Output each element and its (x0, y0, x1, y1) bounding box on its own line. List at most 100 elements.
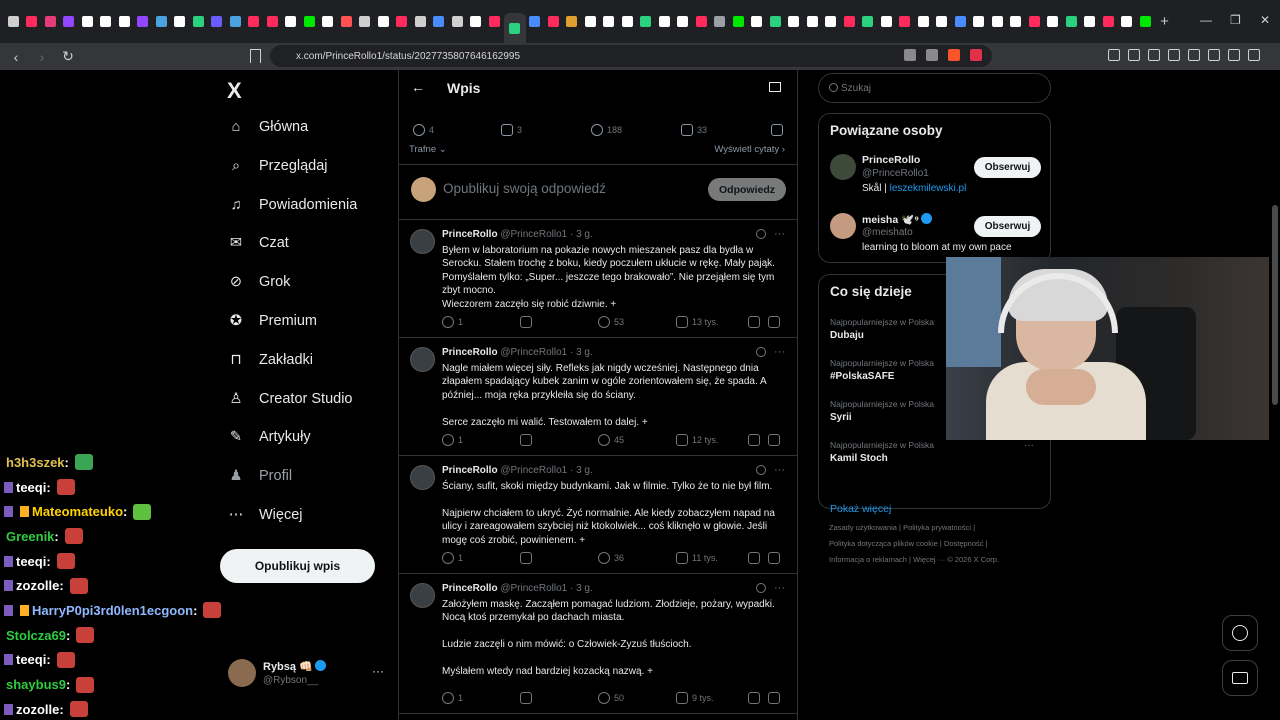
person-card[interactable]: meisha 🕊️⁹ @meishato learning to bloom a… (830, 213, 1042, 261)
browser-tab[interactable] (115, 9, 134, 35)
more-icon[interactable]: ··· (774, 346, 785, 358)
address-bar[interactable]: x.com/PrinceRollo1/status/20277358076461… (270, 45, 992, 67)
browser-tab[interactable] (503, 13, 526, 43)
like-button[interactable]: 36 (598, 552, 624, 564)
music-icon[interactable] (1148, 49, 1160, 61)
browser-tab[interactable] (1136, 9, 1155, 35)
views-button[interactable]: 9 tys. (676, 692, 714, 704)
avatar[interactable] (410, 347, 435, 372)
sidebar-item-creator[interactable]: ♙ Creator Studio (227, 390, 353, 408)
screenshot-icon[interactable] (1128, 49, 1140, 61)
sidebar-item-search[interactable]: ⌕ Przeglądaj (227, 157, 328, 175)
reply-button[interactable]: 1 (442, 692, 463, 704)
browser-tab[interactable] (951, 9, 970, 35)
more-icon[interactable]: ··· (774, 464, 785, 476)
browser-tab[interactable] (748, 9, 767, 35)
account-switcher[interactable]: Rybsą 👊🏻 @Rybson__ ··· (228, 659, 388, 691)
search-input[interactable]: Szukaj (818, 73, 1051, 103)
browser-tab[interactable] (1081, 9, 1100, 35)
browser-tab[interactable] (729, 9, 748, 35)
maximize-button[interactable]: ❐ (1230, 13, 1241, 27)
avatar[interactable] (410, 583, 435, 608)
like-button[interactable]: 50 (598, 692, 624, 704)
browser-tab[interactable] (448, 9, 467, 35)
back-button[interactable]: ‹ (6, 49, 26, 65)
grok-icon[interactable] (756, 229, 766, 239)
browser-tab[interactable] (1007, 9, 1026, 35)
trend-more-icon[interactable]: ··· (1024, 440, 1034, 451)
browser-tab[interactable] (208, 9, 227, 35)
browser-tab[interactable] (840, 9, 859, 35)
bookmark-button[interactable] (748, 552, 764, 564)
browser-tab[interactable] (914, 9, 933, 35)
follow-button[interactable]: Obserwuj (974, 157, 1041, 178)
grok-button[interactable] (1222, 615, 1258, 651)
chat-username[interactable]: Mateomateuko (32, 504, 123, 519)
share-button[interactable] (768, 692, 784, 704)
browser-tab[interactable] (1118, 9, 1137, 35)
like-button[interactable]: 53 (598, 316, 624, 328)
reader-mode-icon[interactable] (769, 82, 781, 92)
browser-tab[interactable] (319, 9, 338, 35)
browser-tab[interactable] (822, 9, 841, 35)
chat-username[interactable]: teeqi (16, 554, 46, 569)
extensions-icon[interactable] (1108, 49, 1120, 61)
chat-username[interactable]: shaybus9 (6, 677, 66, 692)
browser-tab[interactable] (766, 9, 785, 35)
x-logo[interactable]: X (227, 78, 242, 104)
chat-username[interactable]: Stolcza69 (6, 628, 66, 643)
repost-button[interactable] (520, 434, 536, 446)
new-tab-button[interactable]: + (1155, 13, 1175, 30)
chat-username[interactable]: Greenik (6, 529, 54, 544)
repost-button[interactable] (520, 552, 536, 564)
sidebar-item-grok[interactable]: ⊘ Grok (227, 273, 291, 291)
browser-tab[interactable] (226, 9, 245, 35)
browser-tab[interactable] (356, 9, 375, 35)
bookmark-button[interactable] (748, 316, 764, 328)
post-button[interactable]: Opublikuj wpis (220, 549, 375, 583)
reply-tweet[interactable]: PrinceRollo @PrinceRollo1 · 3 g. ··· Ścian… (399, 456, 797, 574)
minimize-button[interactable]: — (1200, 13, 1212, 27)
wallet-icon[interactable] (1188, 49, 1200, 61)
views-button[interactable]: 12 tys. (676, 434, 719, 446)
bookmark-button[interactable] (748, 434, 764, 446)
install-icon[interactable] (904, 49, 916, 61)
sidebar-item-home[interactable]: ⌂ Główna (227, 118, 309, 136)
sidebar-item-premium[interactable]: ✪ Premium (227, 312, 317, 330)
browser-tab[interactable] (933, 9, 952, 35)
avatar[interactable] (410, 465, 435, 490)
share-icon[interactable] (926, 49, 938, 61)
browser-tab[interactable] (263, 9, 282, 35)
more-icon[interactable]: ··· (372, 664, 384, 678)
sidebar-item-articles[interactable]: ✎ Artykuły (227, 428, 311, 446)
author-name[interactable]: PrinceRollo (442, 583, 498, 594)
share-button[interactable] (768, 316, 784, 328)
footer-line[interactable]: Zasady użytkowania | Polityka prywatnośc… (829, 520, 1049, 536)
browser-tab[interactable] (859, 9, 878, 35)
brave-rewards-icon[interactable] (970, 49, 982, 61)
grok-icon[interactable] (756, 583, 766, 593)
reply-tweet[interactable]: PrinceRollo @PrinceRollo1 · 3 g. ··· Nagle… (399, 338, 797, 456)
back-arrow-icon[interactable]: ← (411, 79, 425, 95)
sidebar-icon[interactable] (1168, 49, 1180, 61)
author-name[interactable]: PrinceRollo (442, 347, 498, 358)
browser-tab[interactable] (785, 9, 804, 35)
browser-tab[interactable] (485, 9, 504, 35)
browser-tab[interactable] (282, 9, 301, 35)
bookmark-button[interactable]: 33 (681, 124, 707, 136)
follow-button[interactable]: Obserwuj (974, 216, 1041, 237)
reply-button[interactable]: 4 (413, 124, 434, 136)
repost-button[interactable]: 3 (501, 124, 522, 136)
like-button[interactable]: 188 (591, 124, 622, 136)
reply-input[interactable]: Opublikuj swoją odpowiedź (443, 181, 606, 196)
view-quotes-link[interactable]: Wyświetl cytaty › (714, 144, 785, 155)
browser-tab[interactable] (655, 9, 674, 35)
reply-tweet[interactable]: PrinceRollo @PrinceRollo1 · 3 g. ··· Założ… (399, 574, 797, 714)
browser-tab[interactable] (711, 9, 730, 35)
more-icon[interactable]: ··· (774, 228, 785, 240)
grok-icon[interactable] (756, 465, 766, 475)
footer-line[interactable]: Polityka dotycząca plików cookie | Dostę… (829, 536, 1049, 552)
browser-tab[interactable] (674, 9, 693, 35)
more-icon[interactable]: ··· (774, 582, 785, 594)
browser-tab[interactable] (97, 9, 116, 35)
